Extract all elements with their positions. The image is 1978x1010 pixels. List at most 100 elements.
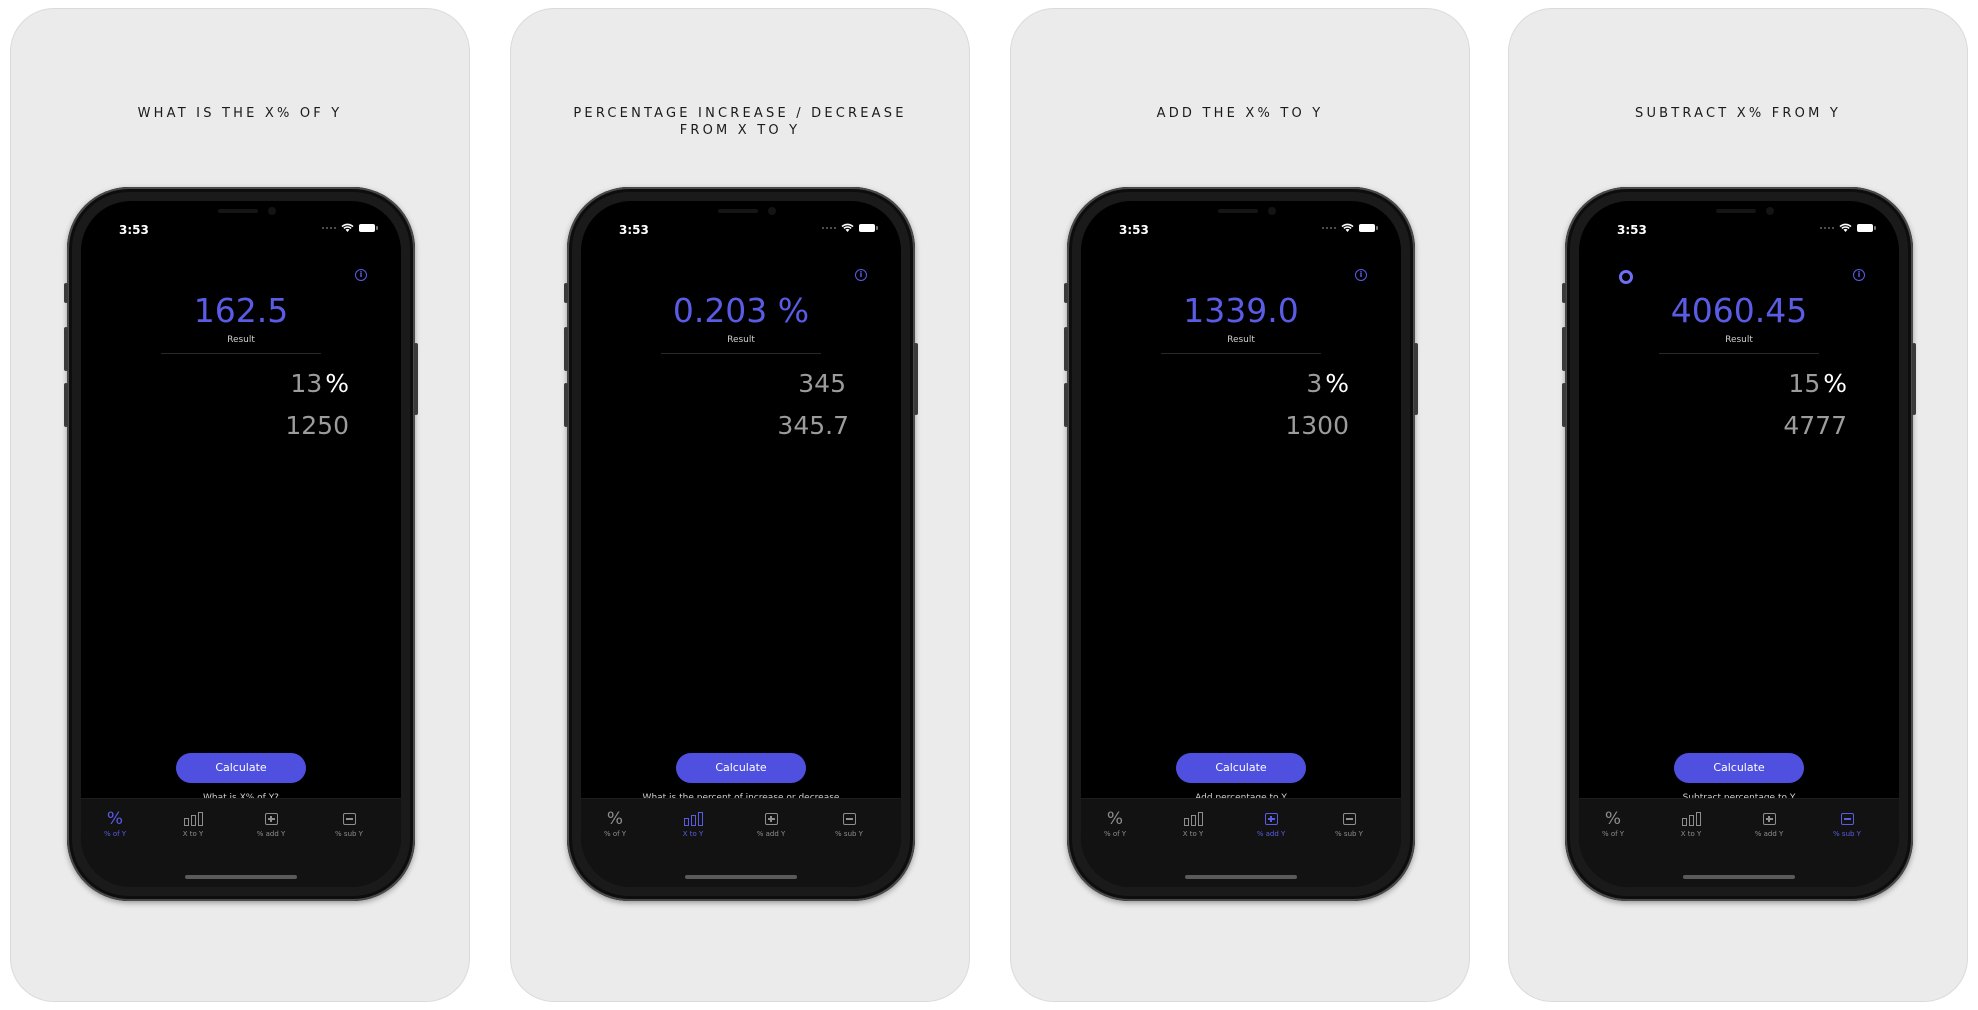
info-icon[interactable]: i (355, 269, 367, 281)
tab-bar: % % of Y X to Y % add Y % sub Y (581, 798, 901, 887)
speaker-grille (718, 209, 758, 213)
front-camera (768, 207, 776, 215)
input-y-field[interactable]: 1300 (1285, 411, 1349, 440)
input-y-field[interactable]: 345.7 (777, 411, 849, 440)
battery-icon (859, 224, 878, 232)
result-value: 162.5 (193, 291, 289, 330)
volume-up-button (1064, 327, 1068, 371)
tab-percent-of-y[interactable]: % % of Y (585, 809, 645, 838)
divider (661, 353, 821, 354)
info-icon[interactable]: i (1853, 269, 1865, 281)
home-indicator (685, 875, 797, 879)
tab-percent-add-y[interactable]: % add Y (1739, 809, 1799, 838)
percent-icon: % (1604, 809, 1622, 829)
mute-switch (1064, 283, 1068, 303)
volume-up-button (564, 327, 568, 371)
notch (1160, 201, 1322, 227)
input-x-field[interactable]: 345 (798, 369, 849, 398)
tab-label: % add Y (1754, 830, 1784, 838)
notch (1658, 201, 1820, 227)
tab-bar: % % of Y X to Y % add Y % sub Y (1081, 798, 1401, 887)
divider (161, 353, 321, 354)
battery-icon (1857, 224, 1876, 232)
tab-label: % sub Y (1335, 830, 1363, 838)
input-x-value: 13 (290, 369, 323, 398)
speaker-grille (1716, 209, 1756, 213)
side-button (1912, 343, 1916, 415)
front-camera (1766, 207, 1774, 215)
input-x-field[interactable]: 3% (1306, 369, 1349, 398)
phone-frame: 3:53 i 162.5 Result 13% 1250 Calculate %… (64, 187, 418, 901)
signal-icon (322, 227, 336, 229)
tab-percent-sub-y[interactable]: % sub Y (819, 809, 879, 838)
card-caption: ADD THE X% TO Y (1156, 106, 1324, 121)
calculate-button[interactable]: Calculate (1176, 753, 1306, 783)
tab-x-to-y[interactable]: X to Y (1661, 809, 1721, 838)
minus-square-icon (819, 809, 879, 829)
tab-label: % of Y (1601, 830, 1625, 838)
result-value: 4060.45 (1670, 291, 1808, 330)
tab-x-to-y[interactable]: X to Y (663, 809, 723, 838)
phone-screen: 3:53 i 0.203 % Result 345 345.7 Calculat… (581, 201, 901, 887)
volume-up-button (64, 327, 68, 371)
tab-label: % sub Y (1833, 830, 1861, 838)
signal-icon (1322, 227, 1336, 229)
tab-percent-of-y[interactable]: % % of Y (1583, 809, 1643, 838)
tab-percent-sub-y[interactable]: % sub Y (1817, 809, 1877, 838)
info-icon[interactable]: i (1355, 269, 1367, 281)
tab-percent-sub-y[interactable]: % sub Y (319, 809, 379, 838)
status-time: 3:53 (1617, 223, 1647, 237)
tab-x-to-y[interactable]: X to Y (163, 809, 223, 838)
tab-percent-of-y[interactable]: % % of Y (85, 809, 145, 838)
tab-percent-add-y[interactable]: % add Y (741, 809, 801, 838)
tab-percent-add-y[interactable]: % add Y (1241, 809, 1301, 838)
card-caption: SUBTRACT X% FROM Y (1635, 106, 1841, 121)
input-y-field[interactable]: 1250 (285, 411, 349, 440)
input-x-field[interactable]: 13% (290, 369, 349, 398)
percent-suffix: % (325, 369, 349, 398)
bar-chart-icon (163, 809, 223, 829)
input-y-field[interactable]: 4777 (1783, 411, 1847, 440)
percent-icon: % (106, 809, 124, 829)
mute-switch (564, 283, 568, 303)
battery-icon (1359, 224, 1378, 232)
tab-bar: % % of Y X to Y % add Y % sub Y (1579, 798, 1899, 887)
tab-label: % add Y (1256, 830, 1286, 838)
result-label: Result (227, 335, 255, 345)
phone-frame: 3:53 i 0.203 % Result 345 345.7 Calculat… (564, 187, 918, 901)
minus-square-icon (1817, 809, 1877, 829)
result-label: Result (1725, 335, 1753, 345)
calculate-button[interactable]: Calculate (176, 753, 306, 783)
tab-label: % add Y (256, 830, 286, 838)
battery-icon (359, 224, 378, 232)
notch (660, 201, 822, 227)
tab-percent-sub-y[interactable]: % sub Y (1319, 809, 1379, 838)
status-time: 3:53 (119, 223, 149, 237)
input-x-value: 15 (1788, 369, 1821, 398)
status-icons (322, 223, 378, 233)
calculate-button[interactable]: Calculate (676, 753, 806, 783)
tab-label: X to Y (1182, 830, 1204, 838)
tab-percent-of-y[interactable]: % % of Y (1085, 809, 1145, 838)
percent-suffix: % (1823, 369, 1847, 398)
volume-down-button (1562, 383, 1566, 427)
info-icon[interactable]: i (855, 269, 867, 281)
tab-x-to-y[interactable]: X to Y (1163, 809, 1223, 838)
calculate-button[interactable]: Calculate (1674, 753, 1804, 783)
tab-label: % sub Y (335, 830, 363, 838)
status-icons (822, 223, 878, 233)
wifi-icon (841, 223, 854, 232)
screenshot-card: WHAT IS THE X% OF Y 3:53 i 162.5 Result … (10, 8, 470, 1002)
card-caption: WHAT IS THE X% OF Y (137, 106, 343, 121)
percent-suffix: % (1325, 369, 1349, 398)
status-icons (1322, 223, 1378, 233)
tab-label: % add Y (756, 830, 786, 838)
tab-bar: % % of Y X to Y % add Y % sub Y (81, 798, 401, 887)
input-x-field[interactable]: 15% (1788, 369, 1847, 398)
phone-frame: 3:53 i 1339.0 Result 3% 1300 Calculate %… (1064, 187, 1418, 901)
tab-percent-add-y[interactable]: % add Y (241, 809, 301, 838)
phone-screen: 3:53 i 4060.45 Result 15% 4777 Calculate… (1579, 201, 1899, 887)
record-icon[interactable] (1619, 270, 1633, 284)
card-caption: PERCENTAGE INCREASE / DECREASE FROM X TO… (573, 106, 907, 138)
notch (160, 201, 322, 227)
